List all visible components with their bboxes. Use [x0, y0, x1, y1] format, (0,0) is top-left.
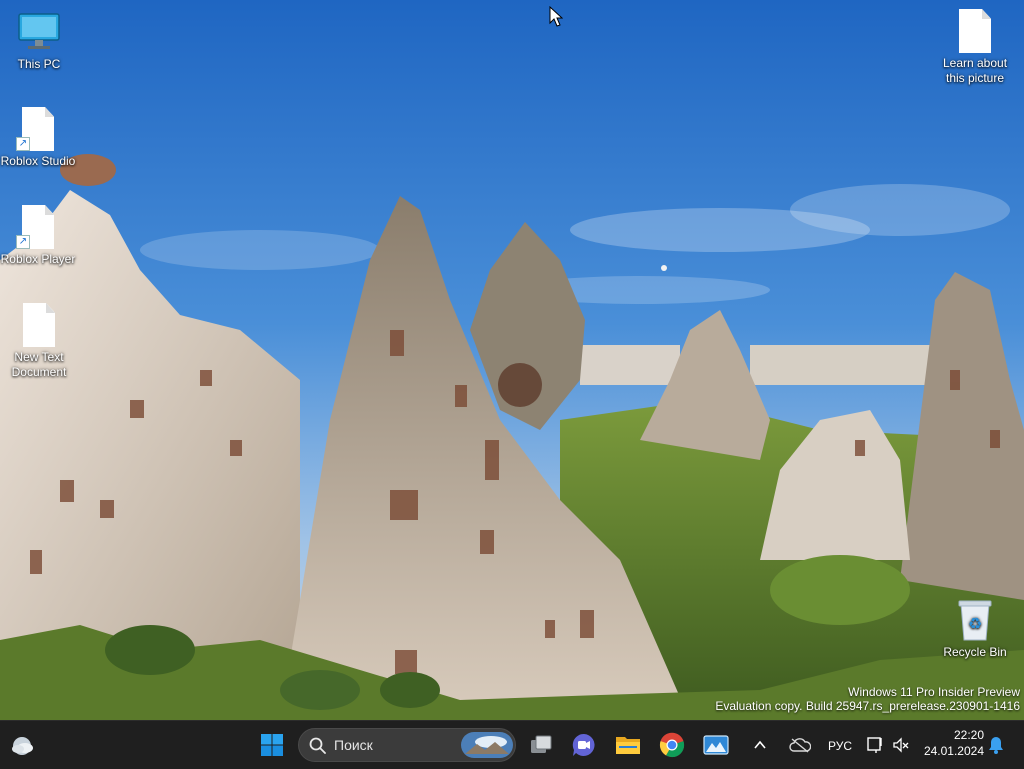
task-view-button[interactable] [521, 725, 561, 765]
widgets-button[interactable] [2, 725, 42, 765]
watermark-edition: Windows 11 Pro Insider Preview [848, 685, 1020, 699]
desktop-icon-label: Roblox Player [0, 252, 76, 266]
svg-text:♻: ♻ [968, 614, 982, 633]
shortcut-arrow-icon: ↗ [16, 235, 30, 249]
network-icon [867, 737, 882, 753]
photos-button[interactable] [696, 725, 736, 765]
search-placeholder: Поиск [334, 737, 373, 753]
clock-time: 22:20 [953, 728, 984, 742]
recycle-bin-icon: ♻ [953, 598, 997, 642]
search-highlight-image-icon [461, 732, 513, 758]
onedrive-offline-icon [789, 738, 811, 753]
file-explorer-button[interactable] [608, 725, 648, 765]
clock[interactable]: 22:20 24.01.2024 [916, 728, 984, 758]
desktop-icon-learn-about-picture[interactable]: Learn about this picture [935, 9, 1015, 86]
photos-icon [703, 735, 729, 755]
desktop-icon-new-text-document[interactable]: New Text Document [0, 303, 79, 380]
network-tray-button[interactable] [864, 725, 886, 765]
show-hidden-icons-button[interactable] [748, 725, 772, 765]
desktop-icon-label: Recycle Bin [943, 645, 1007, 659]
onedrive-tray-button[interactable] [784, 725, 816, 765]
clock-date: 24.01.2024 [923, 744, 984, 758]
chevron-up-icon [754, 740, 766, 749]
chrome-button[interactable] [652, 725, 692, 765]
task-view-icon [531, 735, 552, 753]
desktop-icon-label: New Text Document [11, 350, 67, 379]
file-shortcut-icon: ↗ [16, 205, 60, 249]
chrome-icon [659, 732, 685, 758]
search-icon [309, 737, 326, 754]
chat-icon [572, 733, 595, 756]
widgets-icon [12, 737, 33, 755]
volume-muted-icon [893, 737, 909, 753]
desktop-icon-label: Roblox Studio [0, 154, 76, 168]
desktop-icon-roblox-player[interactable]: ↗ Roblox Player [0, 205, 78, 267]
chat-button[interactable] [564, 725, 604, 765]
taskbar-search-box[interactable]: Поиск [298, 728, 516, 762]
windows-evaluation-watermark: Windows 11 Pro Insider Preview Evaluatio… [715, 685, 1020, 713]
notification-bell-icon [989, 737, 1003, 754]
file-shortcut-icon: ↗ [16, 107, 60, 151]
shortcut-arrow-icon: ↗ [16, 137, 30, 151]
file-explorer-icon [616, 737, 640, 754]
notifications-button[interactable] [986, 725, 1006, 765]
desktop-icon-roblox-studio[interactable]: ↗ Roblox Studio [0, 107, 78, 169]
desktop-wallpaper [0, 0, 1024, 720]
watermark-build: Evaluation copy. Build 25947.rs_prerelea… [715, 699, 1020, 713]
volume-tray-button[interactable] [890, 725, 912, 765]
desktop-icon-this-pc[interactable]: This PC [0, 10, 79, 72]
input-language-indicator[interactable]: РУС [828, 739, 852, 753]
document-icon [953, 9, 997, 53]
computer-icon [17, 10, 61, 54]
taskbar: Поиск РУС 22:20 24.01.2024 [0, 720, 1024, 769]
text-document-icon [17, 303, 61, 347]
mouse-pointer-icon [549, 6, 563, 27]
desktop-icon-recycle-bin[interactable]: ♻ Recycle Bin [935, 598, 1015, 660]
start-button[interactable] [252, 725, 292, 765]
desktop-icon-label: This PC [17, 57, 61, 71]
start-icon [261, 734, 283, 756]
desktop-icon-label: Learn about this picture [942, 56, 1008, 85]
